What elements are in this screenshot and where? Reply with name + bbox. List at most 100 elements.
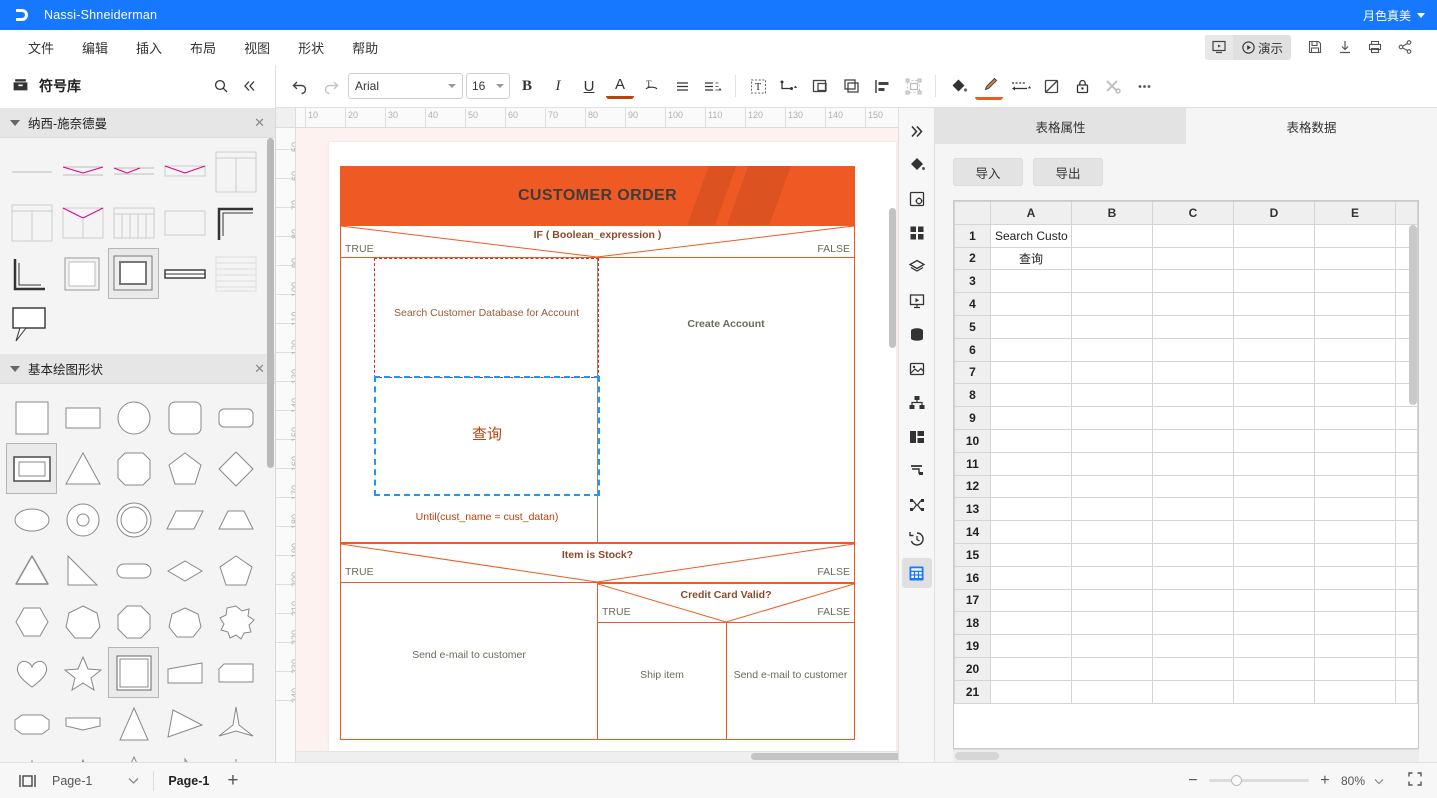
shape-thumb[interactable] bbox=[58, 147, 107, 196]
table-cell[interactable] bbox=[1071, 542, 1153, 567]
shape-thumb[interactable] bbox=[7, 147, 56, 196]
double-chevron-left-icon[interactable] bbox=[235, 72, 263, 100]
table-cell[interactable] bbox=[1233, 223, 1315, 248]
shape-star-5[interactable] bbox=[58, 648, 107, 697]
table-cell[interactable] bbox=[1152, 565, 1234, 590]
underline-button[interactable]: U bbox=[575, 73, 603, 99]
table-cell[interactable] bbox=[1233, 474, 1315, 499]
table-cell[interactable] bbox=[1314, 542, 1396, 567]
table-row[interactable]: 4 bbox=[954, 292, 1418, 316]
row-number[interactable]: 20 bbox=[954, 656, 991, 681]
condition-band-credit-card[interactable]: Credit Card Valid? TRUE FALSE bbox=[597, 583, 855, 623]
menu-layout[interactable]: 布局 bbox=[176, 34, 230, 61]
shape-thumb[interactable] bbox=[7, 198, 56, 247]
table-cell[interactable] bbox=[1071, 565, 1153, 590]
table-cell[interactable] bbox=[1071, 451, 1153, 476]
table-cell[interactable] bbox=[990, 474, 1072, 499]
shape-sunburst[interactable] bbox=[211, 750, 260, 762]
shape-square[interactable] bbox=[7, 393, 56, 442]
shape-star-6[interactable] bbox=[160, 750, 209, 762]
data-sheet[interactable]: A B C D E 1 Search Custo 2 查询 3 4 5 6 7 8 9 10 11 12 1… bbox=[954, 201, 1418, 704]
sheet-hscrollbar-track[interactable] bbox=[953, 749, 1419, 762]
table-cell[interactable] bbox=[1233, 314, 1315, 339]
table-row[interactable]: 5 bbox=[954, 314, 1418, 339]
table-cell[interactable] bbox=[1233, 588, 1315, 613]
process-email-right-box[interactable]: Send e-mail to customer bbox=[726, 623, 855, 740]
table-cell[interactable] bbox=[1314, 520, 1396, 544]
table-cell[interactable] bbox=[1314, 223, 1396, 248]
table-cell[interactable] bbox=[1233, 679, 1315, 704]
shape-tall-triangle[interactable] bbox=[109, 699, 158, 748]
table-cell[interactable] bbox=[1314, 656, 1396, 681]
shape-diamond[interactable] bbox=[211, 444, 260, 493]
table-cell[interactable] bbox=[1314, 497, 1396, 522]
table-row[interactable]: 11 bbox=[954, 451, 1418, 476]
table-cell[interactable] bbox=[1071, 474, 1153, 499]
shape-hexagon[interactable] bbox=[7, 597, 56, 646]
font-family-select[interactable]: Arial bbox=[348, 73, 463, 99]
row-number[interactable]: 18 bbox=[954, 611, 991, 636]
font-size-select[interactable]: 16 bbox=[466, 73, 510, 99]
shape-rectangle[interactable] bbox=[58, 393, 107, 442]
column-header-e[interactable]: E bbox=[1314, 201, 1396, 225]
canvas-viewport[interactable]: CUSTOMER ORDER IF ( Boolean_expression )… bbox=[296, 128, 898, 762]
bold-button[interactable]: B bbox=[513, 73, 541, 99]
table-cell[interactable] bbox=[1314, 383, 1396, 408]
column-header-a[interactable]: A bbox=[990, 201, 1072, 225]
history-icon[interactable] bbox=[902, 524, 932, 554]
row-number[interactable]: 5 bbox=[954, 314, 991, 339]
table-cell[interactable] bbox=[1152, 223, 1234, 248]
table-cell[interactable] bbox=[1233, 360, 1315, 385]
row-number[interactable]: 14 bbox=[954, 520, 991, 544]
row-number[interactable]: 4 bbox=[954, 292, 991, 316]
table-cell[interactable] bbox=[1314, 314, 1396, 339]
table-cell[interactable] bbox=[1395, 520, 1418, 544]
database-icon[interactable] bbox=[902, 320, 932, 350]
close-icon[interactable]: ✕ bbox=[254, 361, 265, 377]
table-cell[interactable] bbox=[1152, 451, 1234, 476]
shape-star-burst[interactable] bbox=[211, 597, 260, 646]
table-cell[interactable] bbox=[990, 565, 1072, 590]
table-cell[interactable] bbox=[1152, 406, 1234, 430]
table-cell[interactable] bbox=[990, 337, 1072, 362]
table-cell[interactable] bbox=[1152, 428, 1234, 453]
table-cell[interactable] bbox=[1071, 520, 1153, 544]
process-email-left-box[interactable]: Send e-mail to customer bbox=[340, 583, 598, 740]
shape-star-5b[interactable] bbox=[58, 750, 107, 762]
shape-rounded-octagon[interactable] bbox=[7, 699, 56, 748]
table-row[interactable]: 10 bbox=[954, 428, 1418, 453]
condition-band-if[interactable]: IF ( Boolean_expression ) TRUE FALSE bbox=[340, 225, 855, 258]
tab-table-properties[interactable]: 表格属性 bbox=[935, 108, 1186, 144]
shape-octagon-rounded[interactable] bbox=[109, 444, 158, 493]
table-cell[interactable] bbox=[1314, 428, 1396, 453]
tools-icon[interactable] bbox=[1099, 72, 1127, 100]
table-cell[interactable] bbox=[1314, 634, 1396, 658]
table-cell[interactable] bbox=[1152, 520, 1234, 544]
column-header-c[interactable]: C bbox=[1152, 201, 1234, 225]
row-number[interactable]: 7 bbox=[954, 360, 991, 385]
table-cell[interactable] bbox=[990, 292, 1072, 316]
table-cell[interactable] bbox=[1233, 383, 1315, 408]
table-cell[interactable] bbox=[1152, 634, 1234, 658]
table-row[interactable]: 2 查询 bbox=[954, 246, 1418, 271]
vertical-ruler[interactable]: 4050607080901001101201301401501601701801… bbox=[276, 128, 296, 762]
table-cell[interactable] bbox=[1395, 656, 1418, 681]
table-cell[interactable] bbox=[1314, 337, 1396, 362]
table-row[interactable]: 1 Search Custo bbox=[954, 223, 1418, 248]
shape-thumb[interactable] bbox=[109, 147, 158, 196]
table-cell[interactable] bbox=[1071, 383, 1153, 408]
table-cell[interactable] bbox=[990, 588, 1072, 613]
group-icon[interactable] bbox=[806, 72, 834, 100]
shape-rounded-square[interactable] bbox=[160, 393, 209, 442]
table-cell[interactable] bbox=[1233, 406, 1315, 430]
close-icon[interactable]: ✕ bbox=[254, 115, 265, 131]
distribute-icon[interactable] bbox=[902, 490, 932, 520]
shape-thumb[interactable] bbox=[58, 249, 107, 298]
table-row[interactable]: 19 bbox=[954, 634, 1418, 658]
table-cell[interactable]: 查询 bbox=[990, 246, 1072, 271]
table-cell[interactable] bbox=[1071, 428, 1153, 453]
shape-rounded-rect[interactable] bbox=[211, 393, 260, 442]
zoom-slider-knob[interactable] bbox=[1230, 775, 1242, 786]
table-cell[interactable] bbox=[1395, 406, 1418, 430]
shape-thumb[interactable] bbox=[109, 198, 158, 247]
